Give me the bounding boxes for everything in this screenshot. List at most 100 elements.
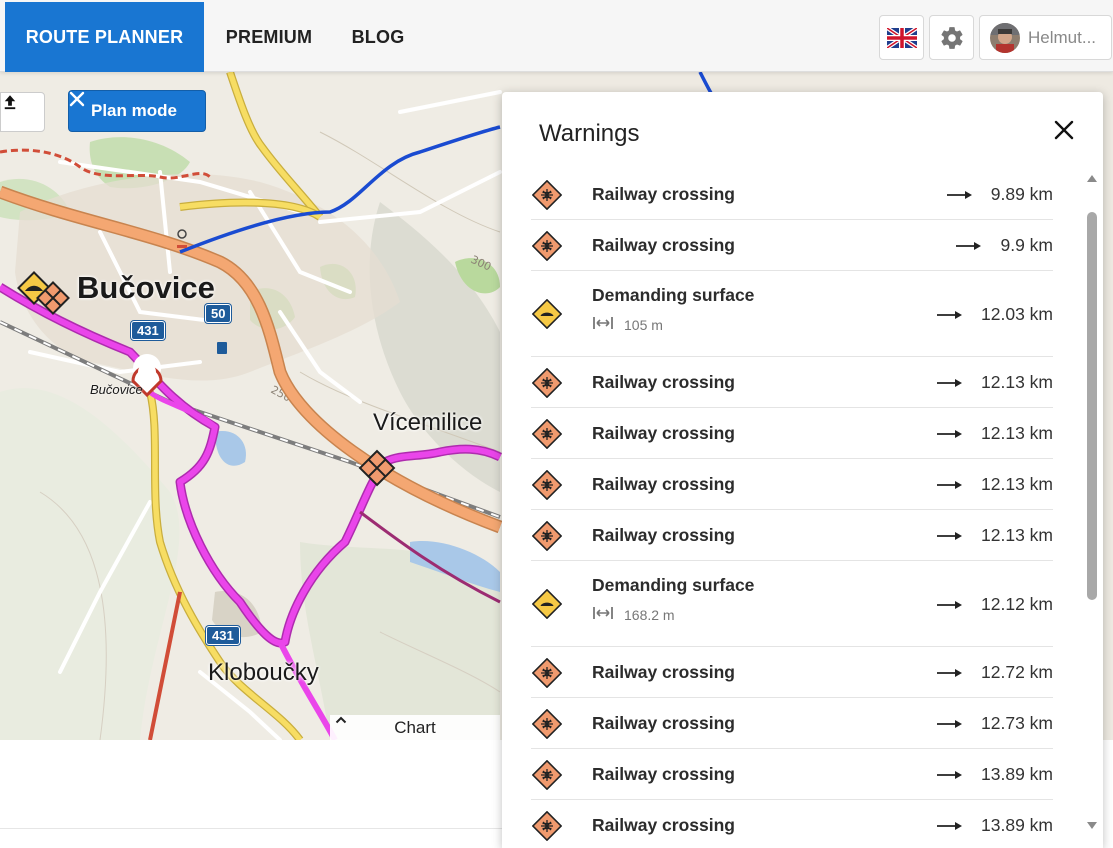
arrow-right-icon [937,525,963,546]
railway-crossing-icon [531,708,563,739]
chart-toggle-label: Chart [394,717,436,737]
arrow-right-icon [937,764,963,785]
avatar [990,22,1020,53]
close-button[interactable] [1050,116,1078,144]
railway-crossing-icon [531,179,563,210]
demanding-surface-icon [531,298,563,330]
warning-label: Railway crossing [592,525,735,545]
top-navigation: ROUTE PLANNER PREMIUM BLOG Helmut... [0,0,1113,72]
warning-row[interactable]: Railway crossing 13.89 km [531,749,1053,800]
railway-crossing-icon [531,657,563,688]
chevron-up-icon [335,716,347,724]
warning-label: Railway crossing [592,235,735,255]
warning-length-value: 168.2 m [624,606,675,623]
warning-label: Railway crossing [592,372,735,392]
warning-distance-value: 12.73 km [981,713,1053,733]
warning-distance: 12.72 km [937,662,1053,683]
plan-mode-button[interactable]: Plan mode [68,90,206,132]
warning-length-value: 105 m [624,316,663,333]
warning-row[interactable]: Railway crossing 12.13 km [531,510,1053,561]
warning-distance-value: 13.89 km [981,764,1053,784]
panel-title: Warnings [539,120,640,147]
tab-route-planner[interactable]: ROUTE PLANNER [5,2,204,72]
tab-premium[interactable]: PREMIUM [204,2,334,72]
width-icon [592,315,614,334]
warning-label: Railway crossing [592,423,735,443]
arrow-right-icon [937,474,963,495]
map-label-vicemilice: Vícemilice [373,409,483,436]
tab-blog[interactable]: BLOG [334,2,422,72]
warning-label: Demanding surface [592,575,755,595]
warning-row[interactable]: Railway crossing 12.72 km [531,647,1053,698]
width-icon [592,605,614,624]
warning-row[interactable]: Railway crossing 9.9 km [531,220,1053,271]
warning-distance: 12.13 km [937,372,1053,393]
warning-distance-value: 12.72 km [981,662,1053,682]
warning-distance-value: 12.03 km [981,303,1053,324]
warnings-list: Railway crossing 9.89 km Railway crossing 9… [531,169,1053,848]
chart-toggle-button[interactable]: Chart [330,715,500,740]
map-label-bucovice: Bučovice [77,270,215,305]
triangle-down-icon [1087,822,1097,829]
user-menu-button[interactable]: Helmut... [979,15,1112,60]
warning-row[interactable]: Demanding surface 168.2 m 12.12 km [531,561,1053,647]
warning-distance: 9.89 km [946,184,1053,205]
language-button[interactable] [879,15,924,60]
warning-row[interactable]: Railway crossing 12.13 km [531,357,1053,408]
warning-label: Railway crossing [592,764,735,784]
road-shield: 431 [131,321,165,340]
map-label-station: Bučovice [90,382,143,397]
warning-distance-value: 12.13 km [981,372,1053,392]
warnings-panel: Warnings Railway crossing 9.89 km Railway … [502,92,1103,848]
chart-divider [0,828,510,829]
settings-button[interactable] [929,15,974,60]
close-icon [1054,120,1074,140]
warning-distance: 12.12 km [937,594,1053,615]
warning-row[interactable]: Railway crossing 13.89 km [531,800,1053,848]
warning-row[interactable]: Railway crossing 9.89 km [531,169,1053,220]
warning-row[interactable]: Demanding surface 105 m 12.03 km [531,271,1053,357]
arrow-right-icon [937,372,963,393]
warning-row[interactable]: Railway crossing 12.13 km [531,459,1053,510]
close-icon [69,91,85,107]
arrow-right-icon [956,235,982,256]
arrow-right-icon [937,815,963,836]
warning-distance: 12.13 km [937,525,1053,546]
warning-distance: 12.03 km [937,304,1053,325]
scroll-up-button[interactable] [1086,172,1098,184]
upload-button[interactable] [0,92,45,132]
arrow-right-icon [937,304,963,325]
warning-distance-value: 12.13 km [981,423,1053,443]
gear-icon [940,26,963,49]
scroll-down-button[interactable] [1086,820,1098,832]
warning-label: Railway crossing [592,815,735,835]
warning-label: Railway crossing [592,713,735,733]
user-name: Helmut... [1028,27,1097,47]
warning-row[interactable]: Railway crossing 12.73 km [531,698,1053,749]
railway-crossing-icon [531,520,563,551]
arrow-right-icon [946,184,973,205]
warning-distance-value: 12.13 km [981,525,1053,545]
warning-label: Railway crossing [592,474,735,494]
map-label-kloboucky: Kloboučky [208,659,319,686]
scrollbar-thumb[interactable] [1087,212,1097,600]
railway-crossing-icon [531,367,563,398]
warning-distance: 12.13 km [937,474,1053,495]
railway-crossing-icon [531,810,563,841]
road-shield: 50 [205,304,232,323]
warning-distance: 13.89 km [937,815,1053,836]
arrow-right-icon [937,713,963,734]
warning-label: Railway crossing [592,184,735,204]
uk-flag-icon [886,27,917,48]
plan-mode-label: Plan mode [91,101,177,120]
upload-icon [4,95,16,110]
warning-distance: 12.13 km [937,423,1053,444]
warning-label: Demanding surface [592,285,755,305]
triangle-up-icon [1087,175,1097,182]
warning-distance: 12.73 km [937,713,1053,734]
warning-distance: 13.89 km [937,764,1053,785]
arrow-right-icon [937,423,963,444]
warning-distance-value: 12.12 km [981,593,1053,614]
warning-row[interactable]: Railway crossing 12.13 km [531,408,1053,459]
warning-distance-value: 13.89 km [981,815,1053,835]
